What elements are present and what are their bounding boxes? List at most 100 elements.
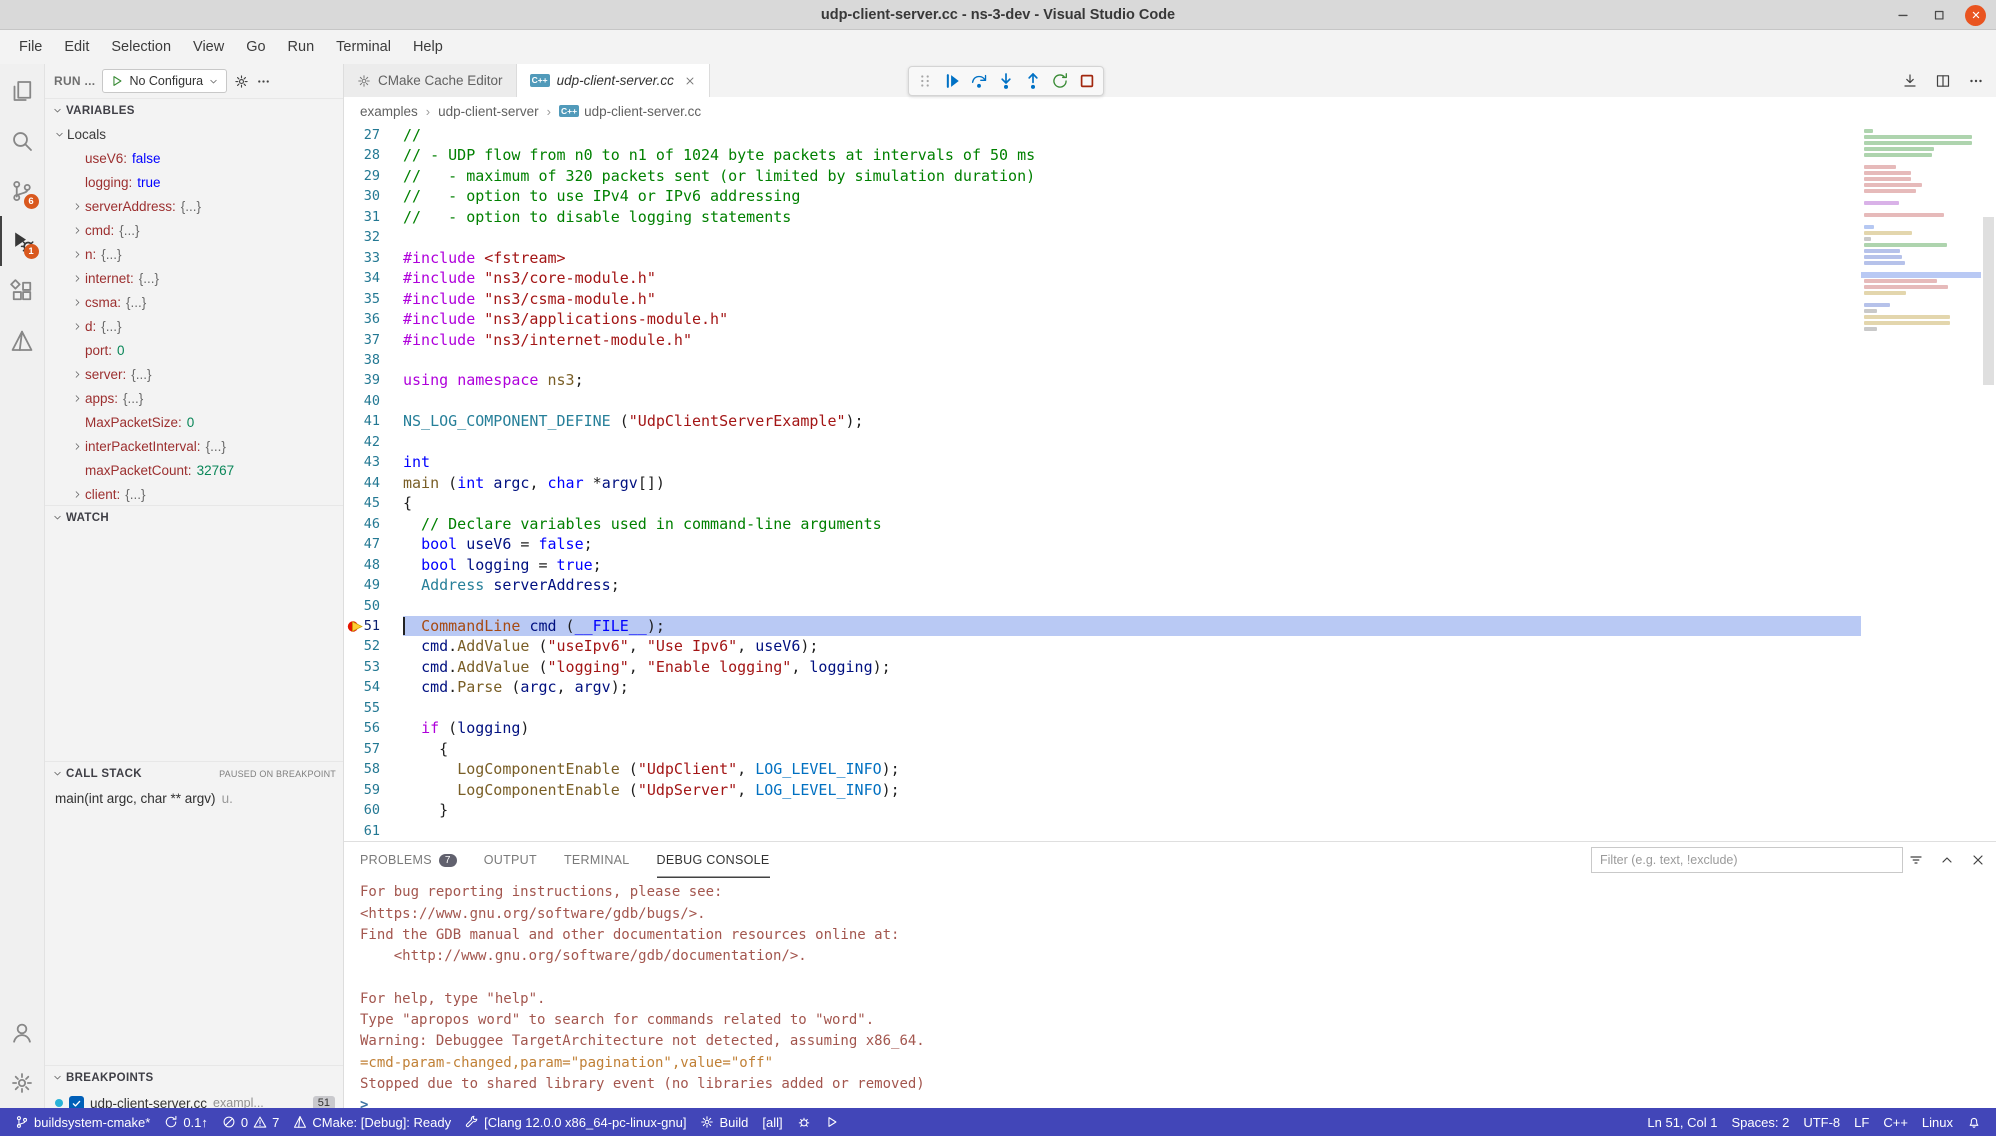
minimap[interactable] [1861,125,1981,841]
variable-row[interactable]: csma:{...} [45,290,343,314]
status-eol[interactable]: LF [1847,1108,1876,1136]
code-token: true [557,556,593,574]
variables-scope-row[interactable]: Locals [45,122,343,146]
breadcrumb-item[interactable]: udp-client-server [438,104,539,119]
status-cursor-position[interactable]: Ln 51, Col 1 [1640,1108,1724,1136]
panel-tab-debug-console[interactable]: DEBUG CONSOLE [657,842,770,878]
status-encoding[interactable]: UTF-8 [1796,1108,1847,1136]
variable-row[interactable]: client:{...} [45,482,343,506]
variable-row[interactable]: internet:{...} [45,266,343,290]
split-editor-icon[interactable] [1935,73,1951,89]
menu-run[interactable]: Run [277,30,326,64]
panel-tab-problems[interactable]: PROBLEMS7 [360,842,457,878]
menu-terminal[interactable]: Terminal [325,30,402,64]
status-cmake-run[interactable] [818,1108,846,1136]
variable-row[interactable]: server:{...} [45,362,343,386]
panel-tab-output[interactable]: OUTPUT [484,842,537,878]
call-stack-section-header[interactable]: CALL STACKPAUSED ON BREAKPOINT [45,761,343,785]
variable-row[interactable]: interPacketInterval:{...} [45,434,343,458]
more-actions-icon[interactable] [1968,73,1984,89]
editor-scrollbar[interactable] [1981,125,1996,841]
collapse-panel-icon[interactable] [1939,852,1955,868]
git-branch-icon [15,1115,29,1129]
status-cmake-build[interactable]: Build [693,1108,755,1136]
minimize-button[interactable] [1893,5,1913,25]
breakpoint-checkbox[interactable] [69,1096,84,1109]
step-out-icon [1024,72,1042,90]
menu-edit[interactable]: Edit [53,30,100,64]
breakpoints-section-header[interactable]: BREAKPOINTS [45,1065,343,1089]
debug-config-dropdown[interactable]: No Configura [102,69,227,93]
close-tab-icon[interactable] [684,75,696,87]
activity-manage[interactable] [0,1058,45,1108]
code-line: 52 cmd.AddValue ("useIpv6", "Use Ipv6", … [344,636,1996,656]
console-filter-input[interactable] [1591,847,1903,873]
step-out-button[interactable] [1020,68,1046,95]
activity-search[interactable] [0,116,45,166]
activity-extensions[interactable] [0,266,45,316]
watch-section-header[interactable]: WATCH [45,505,343,529]
variable-row[interactable]: n:{...} [45,242,343,266]
gear-icon[interactable] [234,74,249,89]
maximize-button[interactable] [1929,5,1949,25]
console-prompt[interactable]: > [360,1095,1986,1108]
code-token: ); [647,617,665,635]
more-actions-icon[interactable] [256,74,271,89]
variable-row[interactable]: useV6:false [45,146,343,170]
code-token: #include [403,249,475,267]
variables-section-header[interactable]: VARIABLES [45,98,343,122]
debug-console[interactable]: Type "show configuration" for configurat… [344,878,1996,1108]
status-cmake-debug[interactable] [790,1108,818,1136]
code-editor[interactable]: 27//28// - UDP flow from n0 to n1 of 102… [344,125,1996,841]
status-sync[interactable]: 0.1↑ [157,1108,215,1136]
menu-selection[interactable]: Selection [100,30,182,64]
breadcrumb-item[interactable]: examples [360,104,418,119]
status-remote-os[interactable]: Linux [1915,1108,1960,1136]
tab-cmake-cache-editor[interactable]: CMake Cache Editor [344,64,517,97]
activity-explorer[interactable] [0,66,45,116]
variable-row[interactable]: apps:{...} [45,386,343,410]
continue-button[interactable] [939,68,965,95]
status-build-target[interactable]: [all] [755,1108,789,1136]
status-cmake-status[interactable]: CMake: [Debug]: Ready [286,1108,458,1136]
variable-row[interactable]: maxPacketCount:32767 [45,458,343,482]
activity-source-control[interactable]: 6 [0,166,45,216]
close-panel-icon[interactable] [1970,852,1986,868]
step-into-button[interactable] [993,68,1019,95]
scrollbar-thumb[interactable] [1983,217,1994,385]
breakpoint-row[interactable]: udp-client-server.ccexampl...51 [45,1091,343,1108]
variable-row[interactable]: MaxPacketSize:0 [45,410,343,434]
filter-lines-icon[interactable] [1908,852,1924,868]
variable-row[interactable]: port:0 [45,338,343,362]
status-problems[interactable]: 07 [215,1108,286,1136]
download-icon[interactable] [1902,73,1918,89]
menu-go[interactable]: Go [235,30,276,64]
status-notifications[interactable] [1960,1108,1988,1136]
chevron-right-icon [72,201,83,212]
breadcrumb-item[interactable]: C++udp-client-server.cc [559,104,701,119]
menu-view[interactable]: View [182,30,235,64]
line-number: 55 [344,698,380,718]
status-build-system[interactable]: buildsystem-cmake* [8,1108,157,1136]
stop-button[interactable] [1074,68,1100,95]
menu-file[interactable]: File [8,30,53,64]
status-language-mode[interactable]: C++ [1876,1108,1915,1136]
variable-row[interactable]: serverAddress:{...} [45,194,343,218]
status-indentation[interactable]: Spaces: 2 [1725,1108,1797,1136]
variable-row[interactable]: d:{...} [45,314,343,338]
restart-button[interactable] [1047,68,1073,95]
tab-udp-client-server-cc[interactable]: C++udp-client-server.cc [517,64,710,97]
panel-tab-terminal[interactable]: TERMINAL [564,842,630,878]
variable-row[interactable]: cmd:{...} [45,218,343,242]
status-cmake-kit[interactable]: [Clang 12.0.0 x86_64-pc-linux-gnu] [458,1108,693,1136]
activity-run-and-debug[interactable]: 1 [0,216,45,266]
activity-accounts[interactable] [0,1008,45,1058]
activity-cmake-tools[interactable] [0,316,45,366]
menu-help[interactable]: Help [402,30,454,64]
step-over-button[interactable] [966,68,992,95]
close-button[interactable] [1965,5,1986,26]
call-stack-frame[interactable]: main(int argc, char ** argv)u. [45,786,343,810]
variable-row[interactable]: logging:true [45,170,343,194]
start-debug-icon[interactable] [110,74,124,88]
editor-area: CMake Cache EditorC++udp-client-server.c… [344,64,1996,841]
